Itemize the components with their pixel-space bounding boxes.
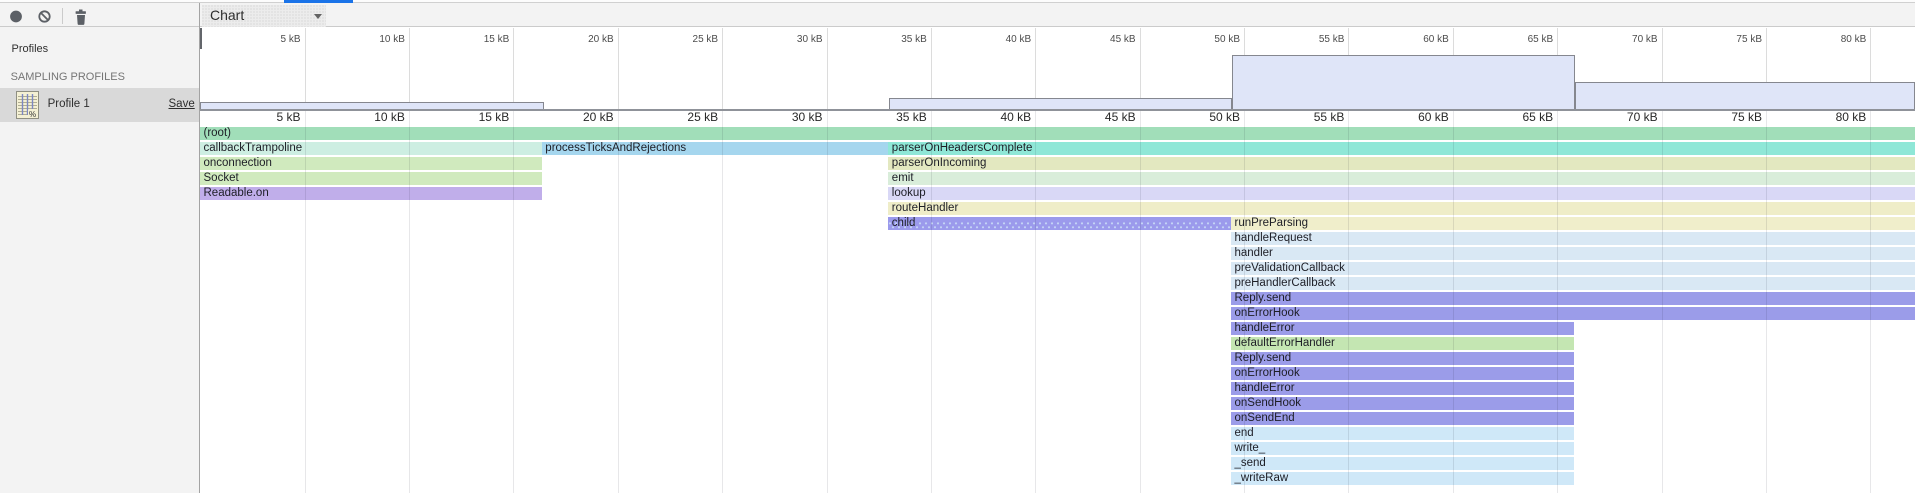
svg-text:%: % bbox=[29, 110, 36, 119]
